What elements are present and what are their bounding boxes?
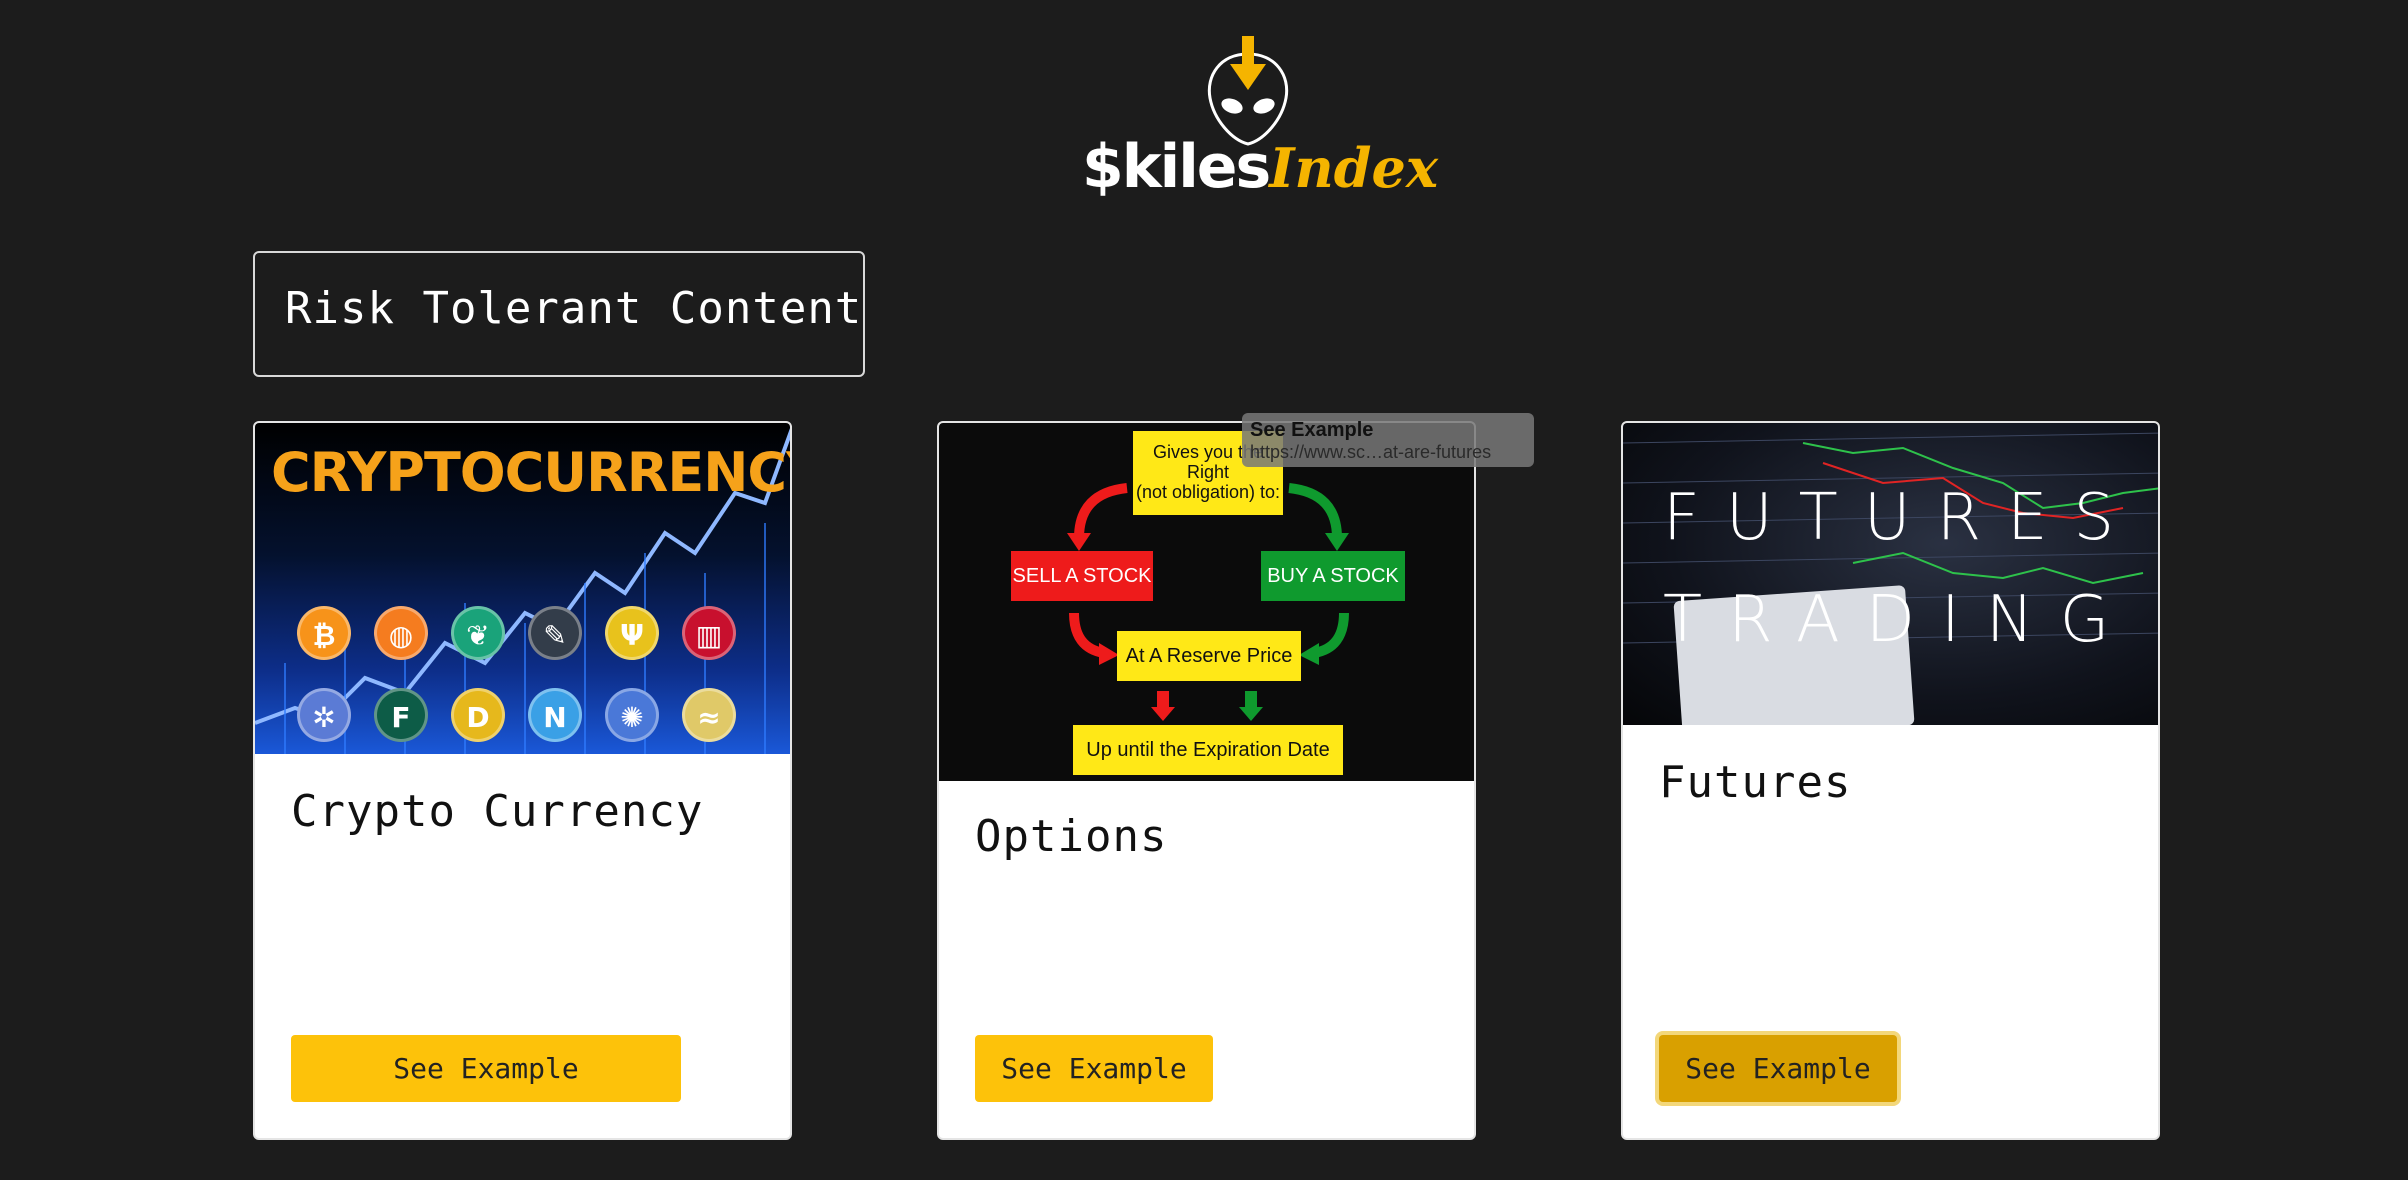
coin-icon: N — [528, 688, 582, 742]
futures-card-image: FUTURES TRADING — [1623, 423, 2158, 725]
see-example-button[interactable]: See Example — [291, 1035, 681, 1102]
logo-suffix-text: Index — [1269, 136, 1439, 200]
card-title: Crypto Currency — [291, 786, 704, 837]
futures-image-line1: FUTURES — [1663, 481, 2141, 555]
section-title-box: Risk Tolerant Content — [253, 251, 865, 377]
dogecoin-coin-icon: D — [451, 688, 505, 742]
options-sell-label: SELL A STOCK — [1011, 551, 1153, 601]
coin-icon: ◍ — [374, 606, 428, 660]
coin-icon: ▥ — [682, 606, 736, 660]
coin-icon: ≈ — [682, 688, 736, 742]
tooltip-url: https://www.sc…at-are-futures — [1250, 442, 1492, 462]
options-reserve-label: At A Reserve Price — [1117, 631, 1301, 681]
crypto-image-heading: CRYPTOCURRENCY — [271, 441, 790, 504]
tooltip-title: See Example — [1250, 419, 1374, 441]
futures-image-line2: TRADING — [1663, 583, 2136, 657]
logo-brand-text: $kiles — [1082, 132, 1271, 202]
options-card-image: Gives you the Right (not obligation) to:… — [939, 423, 1474, 781]
card-title: Futures — [1659, 757, 1852, 808]
site-logo[interactable]: $kilesIndex — [1082, 36, 1438, 206]
coin-icon: F — [374, 688, 428, 742]
card-title: Options — [975, 811, 1168, 862]
coin-icon: ✺ — [605, 688, 659, 742]
link-tooltip: See Example https://www.sc…at-are-future… — [1242, 413, 1534, 467]
see-example-button[interactable]: See Example — [975, 1035, 1213, 1102]
options-buy-label: BUY A STOCK — [1261, 551, 1405, 601]
coin-icon: ✲ — [297, 688, 351, 742]
crypto-card-image: CRYPTOCURRENCY ₿ ◍ ❦ ✎ Ψ ▥ ✲ F D N ✺ ≈ — [255, 423, 790, 754]
logo-wordmark: $kilesIndex — [1082, 132, 1438, 202]
coin-icon: Ψ — [605, 606, 659, 660]
section-title: Risk Tolerant Content — [285, 283, 863, 334]
coin-icon: ❦ — [451, 606, 505, 660]
card-options: Gives you the Right (not obligation) to:… — [937, 421, 1476, 1140]
card-crypto-currency: CRYPTOCURRENCY ₿ ◍ ❦ ✎ Ψ ▥ ✲ F D N ✺ ≈ C… — [253, 421, 792, 1140]
options-expiry-label: Up until the Expiration Date — [1073, 725, 1343, 775]
bitcoin-coin-icon: ₿ — [297, 606, 351, 660]
see-example-button[interactable]: See Example — [1659, 1035, 1897, 1102]
card-futures: FUTURES TRADING Futures See Example — [1621, 421, 2160, 1140]
coin-icon: ✎ — [528, 606, 582, 660]
